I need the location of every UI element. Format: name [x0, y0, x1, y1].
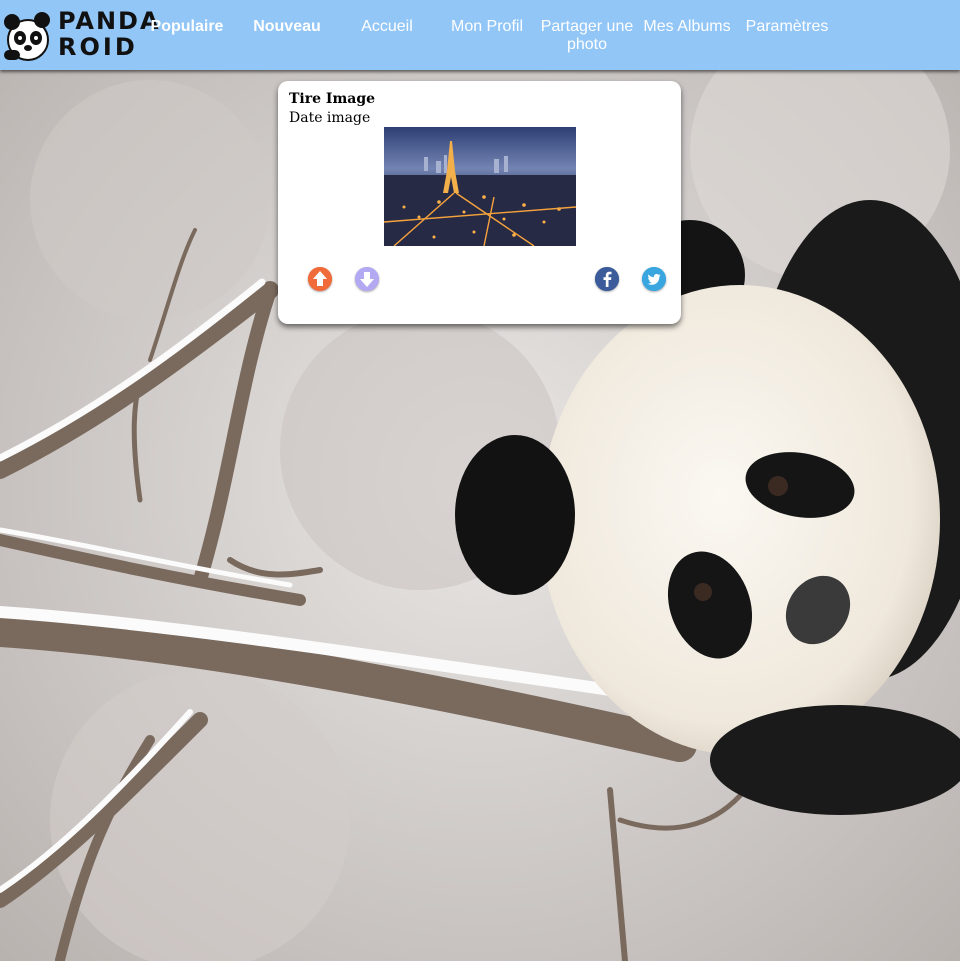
nav-partager-une-photo[interactable]: Partager une photo	[537, 18, 637, 54]
arrow-down-icon	[355, 267, 379, 291]
arrow-up-icon	[308, 267, 332, 291]
downvote-button[interactable]	[355, 267, 379, 291]
facebook-share-button[interactable]	[595, 267, 619, 291]
nav-nouveau[interactable]: Nouveau	[243, 18, 331, 36]
nav-mes-albums[interactable]: Mes Albums	[641, 18, 733, 36]
top-navbar: PANDA ROID Populaire Nouveau Accueil Mon…	[0, 0, 960, 70]
twitter-icon	[642, 267, 666, 291]
image-title: Tire Image	[289, 91, 376, 107]
image-card: Tire Image Date image	[278, 81, 681, 324]
nav-accueil[interactable]: Accueil	[343, 18, 431, 36]
paris-night-thumbnail[interactable]	[384, 127, 576, 246]
nav-populaire[interactable]: Populaire	[143, 18, 231, 36]
image-date: Date image	[289, 110, 371, 126]
upvote-button[interactable]	[308, 267, 332, 291]
twitter-share-button[interactable]	[642, 267, 666, 291]
nav-parametres[interactable]: Paramètres	[741, 18, 833, 36]
main-nav: Populaire Nouveau Accueil Mon Profil Par…	[0, 18, 960, 62]
facebook-icon	[595, 267, 619, 291]
nav-mon-profil[interactable]: Mon Profil	[443, 18, 531, 36]
